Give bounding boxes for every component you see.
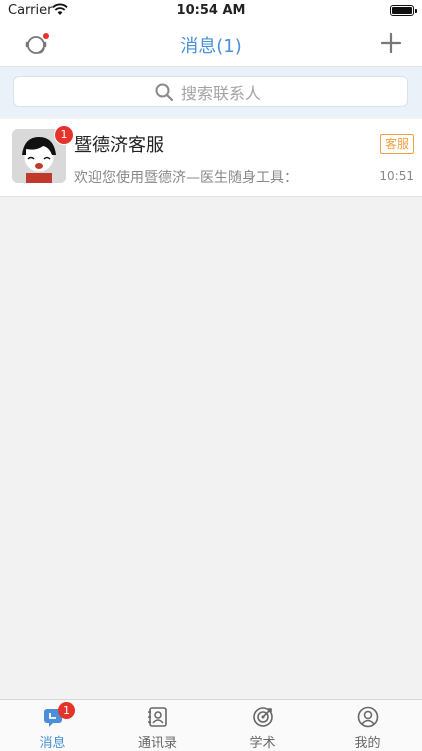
search-input[interactable]	[179, 80, 383, 106]
page-title: 消息(1)	[180, 36, 242, 57]
tab-profile[interactable]: 我的	[315, 700, 420, 751]
search-box[interactable]	[13, 76, 408, 107]
conversation-time: 10:51	[379, 169, 414, 183]
tab-messages[interactable]: 1 消息	[0, 700, 105, 751]
tab-bar: 1 消息 通讯录 学术 我的	[0, 699, 422, 751]
nav-bar: 消息(1)	[0, 24, 422, 67]
tab-unread-badge: 1	[58, 702, 75, 719]
tab-label: 通讯录	[137, 736, 177, 751]
tab-label: 学术	[249, 736, 276, 751]
contacts-icon	[148, 707, 167, 727]
tab-academic[interactable]: 学术	[210, 700, 315, 751]
conversation-row[interactable]: 1 暨德济客服 客服 欢迎您使用暨德济—医生随身工具： 10:51	[0, 119, 422, 197]
tab-contacts[interactable]: 通讯录	[105, 700, 210, 751]
profile-icon	[357, 706, 379, 728]
search-bar	[0, 67, 422, 117]
academic-icon	[253, 707, 273, 727]
tab-label: 消息	[39, 736, 66, 751]
search-icon	[155, 83, 174, 102]
tab-label: 我的	[354, 736, 381, 751]
plus-icon[interactable]	[380, 32, 402, 54]
conversation-preview: 欢迎您使用暨德济—医生随身工具：	[74, 170, 298, 186]
unread-badge: 1	[54, 125, 74, 145]
service-tag: 客服	[379, 134, 414, 154]
status-time: 10:54 AM	[176, 3, 246, 18]
battery-icon	[390, 5, 417, 16]
status-bar: Carrier 10:54 AM	[0, 0, 422, 24]
conversation-name: 暨德济客服	[74, 135, 164, 156]
